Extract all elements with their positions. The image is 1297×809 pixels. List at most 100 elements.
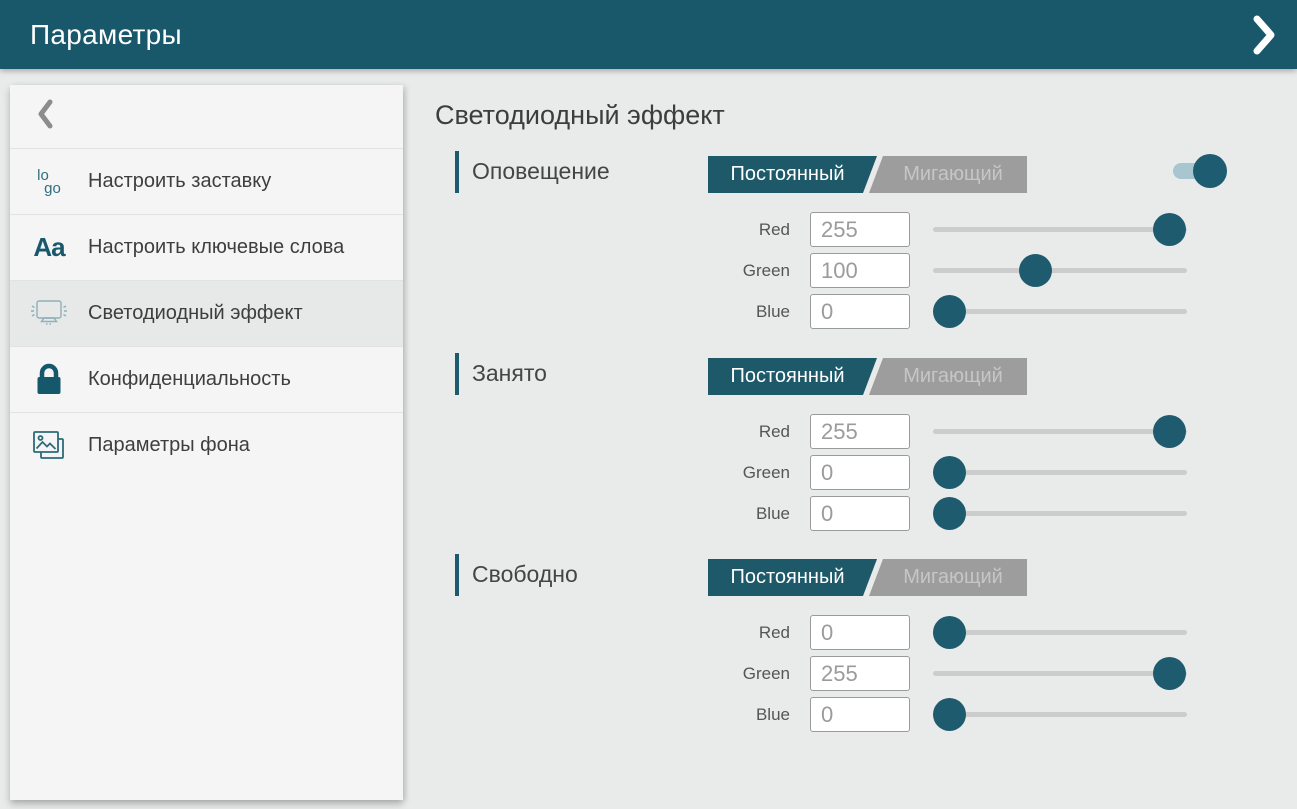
sidebar-item-label: Настроить заставку: [88, 168, 271, 195]
slider-track: [933, 227, 1187, 232]
red-slider[interactable]: [933, 615, 1187, 650]
slider-track: [933, 712, 1187, 717]
sidebar: logo Настроить заставку Aa Настроить клю…: [10, 85, 403, 800]
slider-knob[interactable]: [1153, 415, 1186, 448]
green-slider[interactable]: [933, 455, 1187, 490]
led-enabled-switch[interactable]: [1173, 154, 1227, 188]
channel-label-green: Green: [705, 463, 790, 483]
background-image-icon: [10, 429, 88, 463]
sidebar-item-background[interactable]: Параметры фона: [10, 412, 403, 478]
channel-row-red: Red: [435, 615, 1297, 650]
section-accent-bar: [455, 353, 459, 395]
led-sections: Оповещение Постоянный Мигающий Red: [435, 150, 1297, 754]
sidebar-item-privacy[interactable]: Конфиденциальность: [10, 346, 403, 412]
section-label: Свободно: [472, 561, 578, 588]
channel-label-blue: Blue: [705, 504, 790, 524]
channel-label-red: Red: [705, 623, 790, 643]
slider-knob[interactable]: [933, 456, 966, 489]
sidebar-item-screensaver[interactable]: logo Настроить заставку: [10, 148, 403, 214]
slider-track: [933, 309, 1187, 314]
rgb-block: Red Green Blue: [435, 615, 1297, 732]
mode-option-blinking[interactable]: Мигающий: [869, 156, 1027, 193]
mode-toggle: Постоянный Мигающий: [708, 559, 1027, 596]
sidebar-back-button[interactable]: [10, 85, 403, 148]
slider-track: [933, 470, 1187, 475]
section-accent-bar: [455, 151, 459, 193]
channel-row-red: Red: [435, 212, 1297, 247]
slider-track: [933, 268, 1187, 273]
sidebar-item-label: Светодиодный эффект: [88, 300, 303, 327]
slider-knob[interactable]: [1153, 213, 1186, 246]
green-value-input[interactable]: [810, 455, 910, 490]
sidebar-item-label: Конфиденциальность: [88, 366, 291, 393]
channel-row-blue: Blue: [435, 697, 1297, 732]
mode-toggle: Постоянный Мигающий: [708, 156, 1027, 193]
mode-option-blinking[interactable]: Мигающий: [869, 358, 1027, 395]
red-slider[interactable]: [933, 212, 1187, 247]
switch-knob: [1193, 154, 1227, 188]
section-label: Занято: [472, 360, 547, 387]
slider-knob[interactable]: [933, 616, 966, 649]
lock-icon: [10, 363, 88, 397]
channel-row-red: Red: [435, 414, 1297, 449]
slider-knob[interactable]: [933, 497, 966, 530]
green-slider[interactable]: [933, 253, 1187, 288]
green-value-input[interactable]: [810, 253, 910, 288]
blue-value-input[interactable]: [810, 697, 910, 732]
green-value-input[interactable]: [810, 656, 910, 691]
app-header: Параметры: [0, 0, 1297, 69]
blue-slider[interactable]: [933, 294, 1187, 329]
sidebar-item-keywords[interactable]: Aa Настроить ключевые слова: [10, 214, 403, 280]
red-value-input[interactable]: [810, 212, 910, 247]
led-section: Свободно Постоянный Мигающий Red: [435, 553, 1297, 754]
red-value-input[interactable]: [810, 414, 910, 449]
slider-knob[interactable]: [1153, 657, 1186, 690]
channel-label-red: Red: [705, 422, 790, 442]
red-value-input[interactable]: [810, 615, 910, 650]
channel-label-green: Green: [705, 664, 790, 684]
blue-slider[interactable]: [933, 697, 1187, 732]
forward-chevron-icon[interactable]: [1253, 15, 1275, 55]
mode-option-blinking-label: Мигающий: [903, 163, 1003, 186]
main-content: Светодиодный эффект Оповещение Постоянны…: [435, 69, 1297, 809]
led-section: Оповещение Постоянный Мигающий Red: [435, 150, 1297, 352]
mode-toggle: Постоянный Мигающий: [708, 358, 1027, 395]
slider-track: [933, 429, 1187, 434]
rgb-block: Red Green Blue: [435, 414, 1297, 531]
channel-label-blue: Blue: [705, 705, 790, 725]
slider-track: [933, 511, 1187, 516]
sidebar-item-led-effect[interactable]: Светодиодный эффект: [10, 280, 403, 346]
page-title: Параметры: [30, 19, 182, 51]
mode-option-solid[interactable]: Постоянный: [708, 358, 877, 395]
mode-option-solid-label: Постоянный: [730, 365, 844, 388]
channel-row-green: Green: [435, 253, 1297, 288]
blue-value-input[interactable]: [810, 496, 910, 531]
led-section: Занято Постоянный Мигающий Red: [435, 352, 1297, 553]
rgb-block: Red Green Blue: [435, 212, 1297, 329]
slider-track: [933, 630, 1187, 635]
mode-option-blinking[interactable]: Мигающий: [869, 559, 1027, 596]
back-chevron-icon: [37, 99, 53, 134]
slider-knob[interactable]: [933, 295, 966, 328]
channel-row-blue: Blue: [435, 496, 1297, 531]
logo-icon: logo: [10, 169, 88, 195]
mode-option-solid[interactable]: Постоянный: [708, 156, 877, 193]
channel-label-red: Red: [705, 220, 790, 240]
blue-value-input[interactable]: [810, 294, 910, 329]
red-slider[interactable]: [933, 414, 1187, 449]
mode-option-blinking-label: Мигающий: [903, 566, 1003, 589]
led-display-icon: [10, 298, 88, 330]
mode-option-blinking-label: Мигающий: [903, 365, 1003, 388]
channel-label-blue: Blue: [705, 302, 790, 322]
text-aa-icon: Aa: [10, 232, 88, 263]
blue-slider[interactable]: [933, 496, 1187, 531]
main-title: Светодиодный эффект: [435, 100, 725, 131]
slider-track: [933, 671, 1187, 676]
mode-option-solid[interactable]: Постоянный: [708, 559, 877, 596]
slider-knob[interactable]: [933, 698, 966, 731]
sidebar-item-label: Параметры фона: [88, 432, 250, 459]
slider-knob[interactable]: [1019, 254, 1052, 287]
green-slider[interactable]: [933, 656, 1187, 691]
channel-label-green: Green: [705, 261, 790, 281]
section-label: Оповещение: [472, 158, 610, 185]
